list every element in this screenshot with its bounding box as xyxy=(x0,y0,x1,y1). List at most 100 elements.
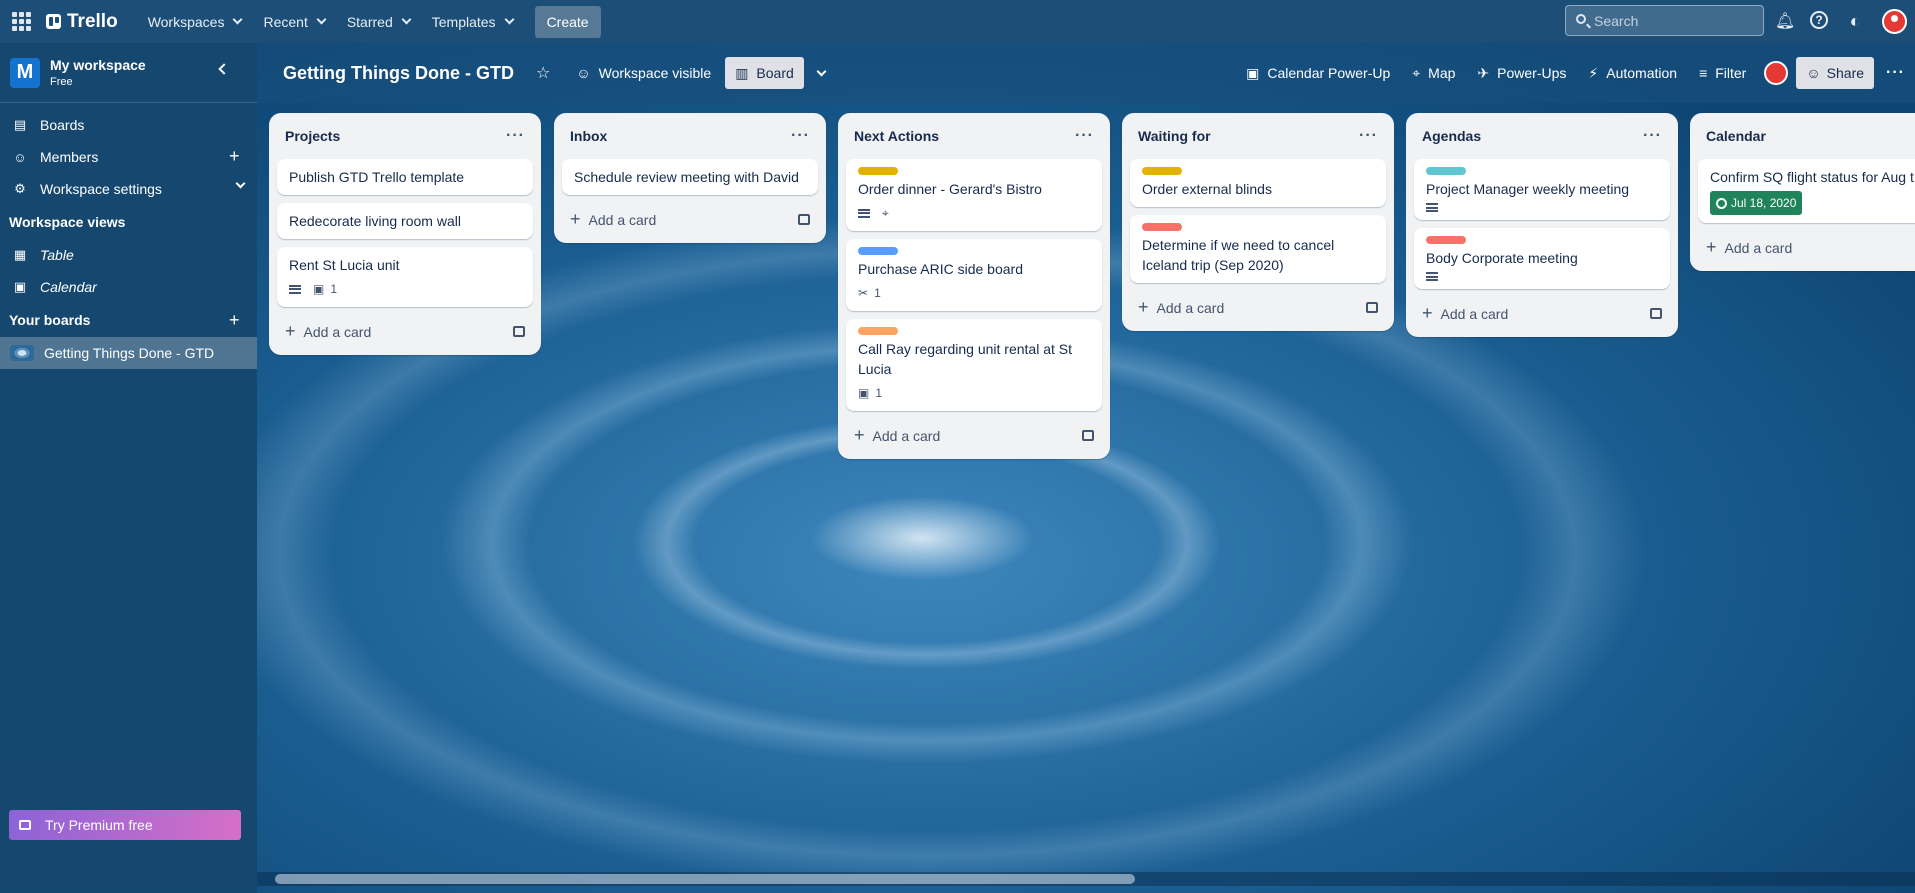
card-label[interactable] xyxy=(1426,236,1466,244)
add-card-label: Add a card xyxy=(588,211,657,228)
table-icon: ▦ xyxy=(13,247,27,262)
card[interactable]: Call Ray regarding unit rental at St Luc… xyxy=(846,319,1102,411)
horizontal-scrollbar[interactable] xyxy=(257,872,1915,886)
card-label[interactable] xyxy=(858,247,898,255)
list-title[interactable]: Calendar xyxy=(1706,128,1766,144)
view-switcher-dropdown[interactable] xyxy=(804,57,835,89)
template-icon[interactable] xyxy=(1650,307,1662,319)
sidebar-item-boards[interactable]: ▤ Boards xyxy=(0,109,257,141)
sidebar-item-calendar-view[interactable]: ▣ Calendar xyxy=(0,271,257,303)
template-icon[interactable] xyxy=(513,325,525,337)
template-icon[interactable] xyxy=(1082,429,1094,441)
map-button[interactable]: ⌖ Map xyxy=(1402,57,1465,89)
collapse-sidebar-icon[interactable] xyxy=(218,63,230,75)
add-board-icon[interactable]: + xyxy=(229,310,240,331)
sidebar-item-table-view[interactable]: ▦ Table xyxy=(0,239,257,271)
help-icon[interactable]: ? xyxy=(1810,11,1828,29)
card[interactable]: Confirm SQ flight status for Aug t Jul 1… xyxy=(1698,159,1915,223)
notifications-icon[interactable]: 🔔︎ xyxy=(1775,11,1795,31)
try-premium-button[interactable]: Try Premium free xyxy=(9,810,241,840)
action-label: Map xyxy=(1428,65,1456,81)
due-date-badge[interactable]: Jul 18, 2020 xyxy=(1710,191,1803,215)
card-label[interactable] xyxy=(1426,167,1466,175)
list-header[interactable]: Inbox ··· xyxy=(562,113,818,159)
workspace-name[interactable]: My workspace xyxy=(50,57,146,73)
list-menu-icon[interactable]: ··· xyxy=(1359,127,1378,145)
list-menu-icon[interactable]: ··· xyxy=(1075,127,1094,145)
card[interactable]: Schedule review meeting with David xyxy=(562,159,818,195)
card[interactable]: Order dinner - Gerard's Bistro ⌖ xyxy=(846,159,1102,231)
visibility-button[interactable]: ☺ Workspace visible xyxy=(566,57,721,89)
power-ups-button[interactable]: ✈ Power-Ups xyxy=(1467,57,1576,89)
nav-recent-dropdown[interactable]: Recent xyxy=(253,8,334,36)
card-badges: ⌖ xyxy=(858,203,1090,223)
nav-label: Starred xyxy=(346,13,393,30)
list-header[interactable]: Agendas ··· xyxy=(1414,113,1670,159)
add-member-icon[interactable]: + xyxy=(229,147,240,165)
nav-starred-dropdown[interactable]: Starred xyxy=(337,8,420,36)
sidebar-item-members[interactable]: ☺ Members + xyxy=(0,141,257,173)
board-title[interactable]: Getting Things Done - GTD xyxy=(283,63,514,84)
template-icon[interactable] xyxy=(1366,301,1378,313)
list-title[interactable]: Projects xyxy=(285,128,340,144)
nav-templates-dropdown[interactable]: Templates xyxy=(422,8,523,36)
sidebar-item-workspace-settings[interactable]: ⚙ Workspace settings xyxy=(0,173,257,205)
list-title[interactable]: Waiting for xyxy=(1138,128,1211,144)
card[interactable]: Project Manager weekly meeting xyxy=(1414,159,1670,220)
list-header[interactable]: Waiting for ··· xyxy=(1130,113,1386,159)
add-card-button[interactable]: + Add a card xyxy=(1414,297,1670,329)
card[interactable]: Purchase ARIC side board ✂ 1 xyxy=(846,239,1102,311)
scrollbar-thumb[interactable] xyxy=(275,874,1135,884)
calendar-powerup-button[interactable]: ▣ Calendar Power-Up xyxy=(1236,57,1400,89)
list-agendas: Agendas ··· Project Manager weekly meetin… xyxy=(1406,113,1678,337)
card-title: Publish GTD Trello template xyxy=(289,169,465,185)
card[interactable]: Body Corporate meeting xyxy=(1414,228,1670,289)
add-card-button[interactable]: + Add a card xyxy=(562,203,818,235)
workspace-header: M My workspace Free xyxy=(0,43,257,103)
card[interactable]: Publish GTD Trello template xyxy=(277,159,533,195)
card-badges xyxy=(1426,272,1658,281)
card-label[interactable] xyxy=(1142,167,1182,175)
card[interactable]: Order external blinds xyxy=(1130,159,1386,207)
card[interactable]: Determine if we need to cancel Iceland t… xyxy=(1130,215,1386,283)
sidebar-board-gtd[interactable]: Getting Things Done - GTD xyxy=(0,337,257,369)
user-avatar[interactable] xyxy=(1882,9,1907,34)
card[interactable]: Redecorate living room wall xyxy=(277,203,533,239)
add-card-button[interactable]: + Add a card xyxy=(277,315,533,347)
list-menu-icon[interactable]: ··· xyxy=(1643,127,1662,145)
list-header[interactable]: Next Actions ··· xyxy=(846,113,1102,159)
card-label[interactable] xyxy=(1142,223,1182,231)
app-switcher-icon[interactable] xyxy=(10,11,32,33)
list-header[interactable]: Projects ··· xyxy=(277,113,533,159)
star-icon[interactable]: ☆ xyxy=(536,63,550,83)
member-avatar[interactable] xyxy=(1764,61,1789,85)
add-card-button[interactable]: + Add a card xyxy=(1698,231,1915,263)
board-menu-icon[interactable]: ··· xyxy=(1876,57,1915,89)
list-projects: Projects ··· Publish GTD Trello template … xyxy=(269,113,541,355)
plus-icon: + xyxy=(285,320,296,341)
share-button[interactable]: ☺ Share xyxy=(1796,57,1875,89)
card-label[interactable] xyxy=(858,327,898,335)
list-title[interactable]: Inbox xyxy=(570,128,607,144)
nav-workspaces-dropdown[interactable]: Workspaces xyxy=(138,8,252,36)
trello-logo[interactable]: Trello xyxy=(46,11,118,33)
filter-button[interactable]: ≡ Filter xyxy=(1689,57,1756,89)
list-header[interactable]: Calendar··· xyxy=(1698,113,1915,159)
action-label: Power-Ups xyxy=(1497,65,1567,81)
due-date: Jul 18, 2020 xyxy=(1731,196,1797,210)
automation-button[interactable]: ⚡︎ Automation xyxy=(1578,57,1687,89)
board-view-button[interactable]: ▥ Board xyxy=(725,57,804,89)
list-title[interactable]: Agendas xyxy=(1422,128,1481,144)
add-card-button[interactable]: + Add a card xyxy=(846,419,1102,451)
list-title[interactable]: Next Actions xyxy=(854,128,939,144)
theme-toggle-icon[interactable]: ◐ xyxy=(1845,11,1865,31)
list-menu-icon[interactable]: ··· xyxy=(506,127,525,145)
list-menu-icon[interactable]: ··· xyxy=(791,127,810,145)
create-button[interactable]: Create xyxy=(534,5,601,38)
card[interactable]: Rent St Lucia unit ▣ 1 xyxy=(277,247,533,307)
template-icon[interactable] xyxy=(798,213,810,225)
chevron-down-icon xyxy=(316,14,327,25)
card-label[interactable] xyxy=(858,167,898,175)
search-input[interactable]: Search xyxy=(1565,5,1764,36)
add-card-button[interactable]: + Add a card xyxy=(1130,291,1386,323)
